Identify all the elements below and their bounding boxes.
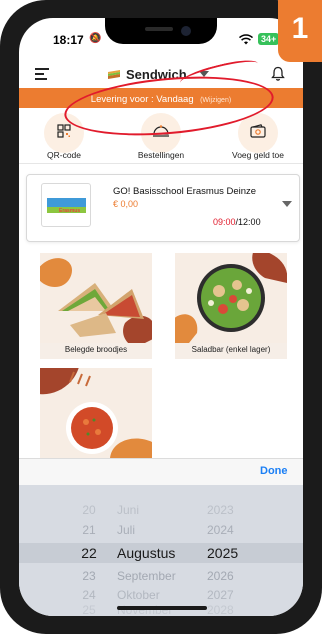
picker-year: 2024	[207, 523, 234, 537]
picker-row[interactable]: 24 Oktober 2027	[19, 588, 303, 602]
salad-image	[175, 253, 287, 343]
school-logo-text: Erasmus	[59, 208, 81, 214]
phone-frame: 18:17 🔕 34+ Sendwich Levering voor: Van…	[0, 0, 322, 634]
picker-month: Juli	[117, 523, 136, 537]
picker-day: 20	[82, 503, 96, 517]
picker-year: 2023	[207, 503, 234, 517]
status-time: 18:17	[53, 33, 84, 47]
picker-day: 21	[82, 523, 96, 537]
picker-year: 2026	[207, 569, 234, 583]
battery-indicator: 34+	[258, 33, 280, 45]
picker-year: 2028	[207, 603, 234, 616]
wifi-icon	[239, 34, 253, 45]
order-time-window: 09:00/12:00	[213, 217, 261, 227]
school-logo: Erasmus	[41, 183, 91, 227]
wallet-icon	[250, 124, 266, 138]
sandwich-logo-icon	[108, 70, 120, 79]
speaker-grille	[145, 27, 173, 31]
done-button[interactable]: Done	[260, 465, 288, 477]
silent-mode-icon: 🔕	[89, 33, 102, 44]
category-tile-sandwiches[interactable]: Belegde broodjes	[40, 253, 152, 359]
chevron-down-icon[interactable]	[282, 201, 292, 207]
category-label: Belegde broodjes	[64, 345, 128, 354]
picker-day: 25	[82, 603, 96, 616]
category-tile-soup[interactable]	[40, 368, 152, 458]
school-name: GO! Basisschool Erasmus Deinze	[113, 186, 257, 197]
picker-month: Juni	[117, 503, 140, 517]
soup-image	[40, 368, 152, 458]
picker-day: 24	[82, 588, 96, 602]
picker-row-selected[interactable]: 22 Augustus 2025	[19, 545, 303, 561]
school-order-card[interactable]: Erasmus GO! Basisschool Erasmus Deinze €…	[26, 174, 300, 242]
bell-icon[interactable]	[271, 66, 285, 81]
category-label: Saladbar (enkel lager)	[191, 345, 271, 354]
step-number: 1	[291, 12, 309, 45]
category-tile-saladbar[interactable]: Saladbar (enkel lager)	[175, 253, 287, 359]
app-screen: 18:17 🔕 34+ Sendwich Levering voor: Van…	[19, 18, 303, 616]
camera-notch	[105, 18, 217, 44]
picker-row[interactable]: 23 September 2026	[19, 569, 303, 583]
hamburger-menu-icon[interactable]	[35, 68, 49, 80]
picker-toolbar: Done	[19, 458, 303, 485]
picker-row[interactable]: 20 Juni 2023	[19, 503, 303, 517]
sandwich-image	[40, 253, 152, 343]
qr-code-icon	[57, 124, 71, 138]
add-money-label: Voeg geld toe	[232, 150, 284, 160]
picker-day: 23	[82, 569, 96, 583]
picker-year: 2027	[207, 588, 234, 602]
picker-month: Oktober	[117, 588, 160, 602]
order-time-end: 12:00	[238, 217, 261, 227]
home-indicator	[117, 606, 207, 610]
orders-label: Bestellingen	[137, 150, 185, 160]
order-time-start: 09:00	[213, 217, 236, 227]
step-badge: 1	[278, 0, 322, 62]
picker-month: Augustus	[117, 545, 176, 561]
camera-icon	[181, 26, 191, 36]
picker-month: September	[117, 569, 176, 583]
qr-code-label: QR-code	[46, 150, 81, 160]
picker-year: 2025	[207, 545, 239, 561]
picker-row[interactable]: 21 Juli 2024	[19, 523, 303, 537]
picker-day: 22	[81, 545, 97, 561]
date-picker[interactable]: 20 Juni 2023 21 Juli 2024 22 Augustus 20…	[19, 485, 303, 616]
balance-amount: € 0,00	[113, 199, 139, 209]
